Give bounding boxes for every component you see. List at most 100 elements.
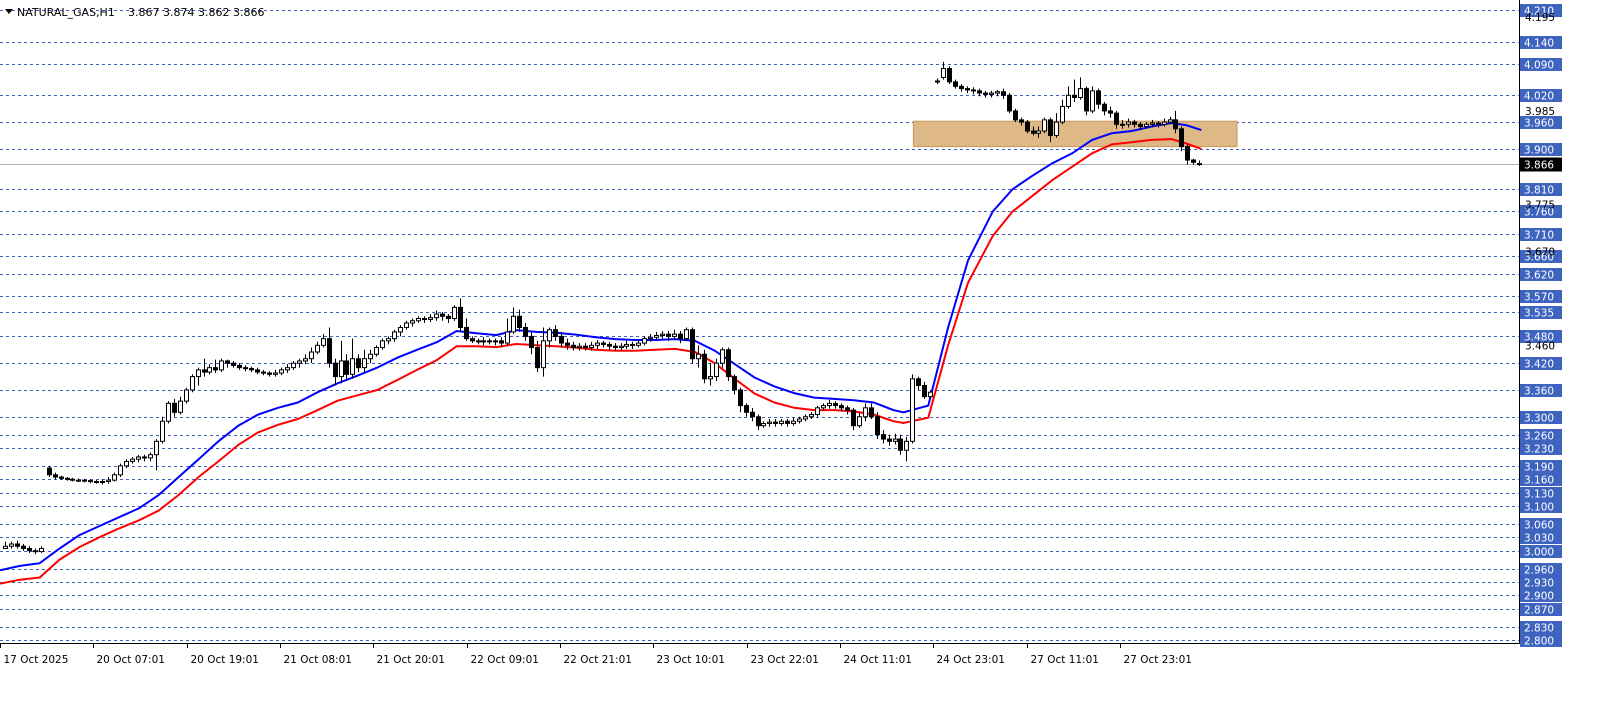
candle-body	[481, 340, 486, 343]
ytick-label: 3.260	[1524, 431, 1554, 443]
candle-body	[559, 335, 564, 344]
candle-body	[821, 405, 826, 409]
candle-body	[1197, 163, 1202, 166]
candle-body	[577, 345, 582, 349]
ytick-label-minor: 3.670	[1525, 247, 1555, 259]
candle-body	[1060, 105, 1065, 123]
candle-body	[440, 313, 445, 317]
xtick-label: 20 Oct 19:01	[191, 654, 259, 666]
candle-body	[70, 478, 75, 481]
candle-body	[1114, 112, 1119, 125]
xtick-label: 24 Oct 23:01	[937, 654, 1005, 666]
candle-body	[350, 358, 355, 375]
candle-body	[601, 342, 606, 345]
candle-body	[452, 306, 457, 320]
candle-body	[648, 336, 653, 340]
candle-body	[487, 340, 492, 343]
candle-body	[654, 335, 659, 338]
candle-body	[797, 418, 802, 422]
candle-body	[910, 378, 915, 442]
candle-body	[1168, 119, 1173, 123]
candle-body	[1036, 130, 1041, 134]
candle-body	[303, 358, 308, 362]
chart-header: NATURAL_GAS,H1 3.867 3.874 3.862 3.866	[5, 6, 264, 19]
candle-body	[386, 338, 391, 342]
candle-body	[1025, 121, 1030, 132]
candle-body	[971, 89, 976, 92]
candle-body	[9, 543, 14, 547]
candle-body	[100, 481, 105, 483]
candle-body	[392, 331, 397, 340]
candle-body	[1126, 121, 1131, 125]
ytick-label-minor: 3.775	[1525, 200, 1555, 212]
candle	[1090, 86, 1095, 114]
candle-body	[178, 400, 183, 413]
candle-body	[88, 480, 93, 483]
candle-body	[249, 368, 254, 371]
xtick-label: 23 Oct 22:01	[751, 654, 819, 666]
candle-body	[887, 438, 892, 442]
candle-body	[893, 438, 898, 442]
candle	[875, 412, 880, 440]
candle-body	[720, 349, 725, 364]
xtick-label: 17 Oct 2025	[4, 654, 69, 666]
candle	[1042, 117, 1047, 134]
candle-body	[672, 333, 677, 337]
candle-body	[869, 407, 874, 418]
candle-body	[898, 438, 903, 451]
candle-body	[476, 340, 481, 343]
candle-body	[148, 454, 153, 459]
candle-body	[124, 460, 129, 467]
candle-body	[529, 335, 534, 349]
candle-body	[15, 543, 20, 547]
candle-body	[142, 456, 147, 459]
candle-body	[863, 407, 868, 418]
ytick-label-minor: 3.985	[1525, 106, 1555, 118]
candle-body	[511, 315, 516, 333]
candle-body	[881, 434, 886, 440]
candle-body	[184, 389, 189, 402]
ytick-label: 3.570	[1524, 292, 1554, 304]
candle-body	[362, 358, 367, 369]
price-chart[interactable]: 4.2104.1404.0904.0203.9603.9003.8103.760…	[0, 0, 1614, 706]
ytick-label-minor: 3.460	[1525, 340, 1555, 352]
candle-body	[875, 416, 880, 436]
candle-body	[464, 326, 469, 340]
ytick-label: 3.535	[1524, 308, 1554, 320]
candle-body	[690, 329, 695, 360]
candle-body	[368, 353, 373, 360]
candle-body	[1096, 90, 1101, 105]
ytick-label: 3.060	[1524, 520, 1554, 532]
candle-body	[928, 391, 933, 398]
candle-body	[33, 550, 38, 553]
candle-body	[53, 474, 58, 478]
candle	[684, 327, 689, 341]
candle	[690, 327, 695, 364]
candle-body	[696, 353, 701, 360]
candle-body	[499, 340, 504, 344]
ytick-label: 2.960	[1524, 565, 1554, 577]
candle-body	[160, 420, 165, 442]
candle-body	[297, 360, 302, 364]
candle-body	[505, 331, 510, 344]
candle-body	[965, 88, 970, 91]
candle-body	[1138, 123, 1143, 128]
candle-body	[839, 405, 844, 409]
chart-area[interactable]: 4.210 4.140 4.090 4.020 3.960 3.900 3.810 3.760…	[0, 0, 1614, 706]
candle-body	[815, 407, 820, 416]
candle-body	[726, 349, 731, 378]
candle-body	[172, 402, 177, 413]
candle-body	[1108, 110, 1113, 114]
candle	[1084, 86, 1089, 116]
candle-body	[1031, 130, 1036, 134]
xtick-label: 21 Oct 08:01	[284, 654, 352, 666]
xtick-label: 22 Oct 09:01	[471, 654, 539, 666]
candle-body	[279, 369, 284, 374]
candle-body	[196, 369, 201, 378]
ytick-label: 2.800	[1524, 636, 1554, 648]
candle-body	[660, 333, 665, 337]
ytick-label: 4.140	[1524, 38, 1554, 50]
candle-body	[1132, 121, 1137, 125]
xtick-label: 23 Oct 10:01	[657, 654, 725, 666]
candle-body	[714, 362, 719, 378]
